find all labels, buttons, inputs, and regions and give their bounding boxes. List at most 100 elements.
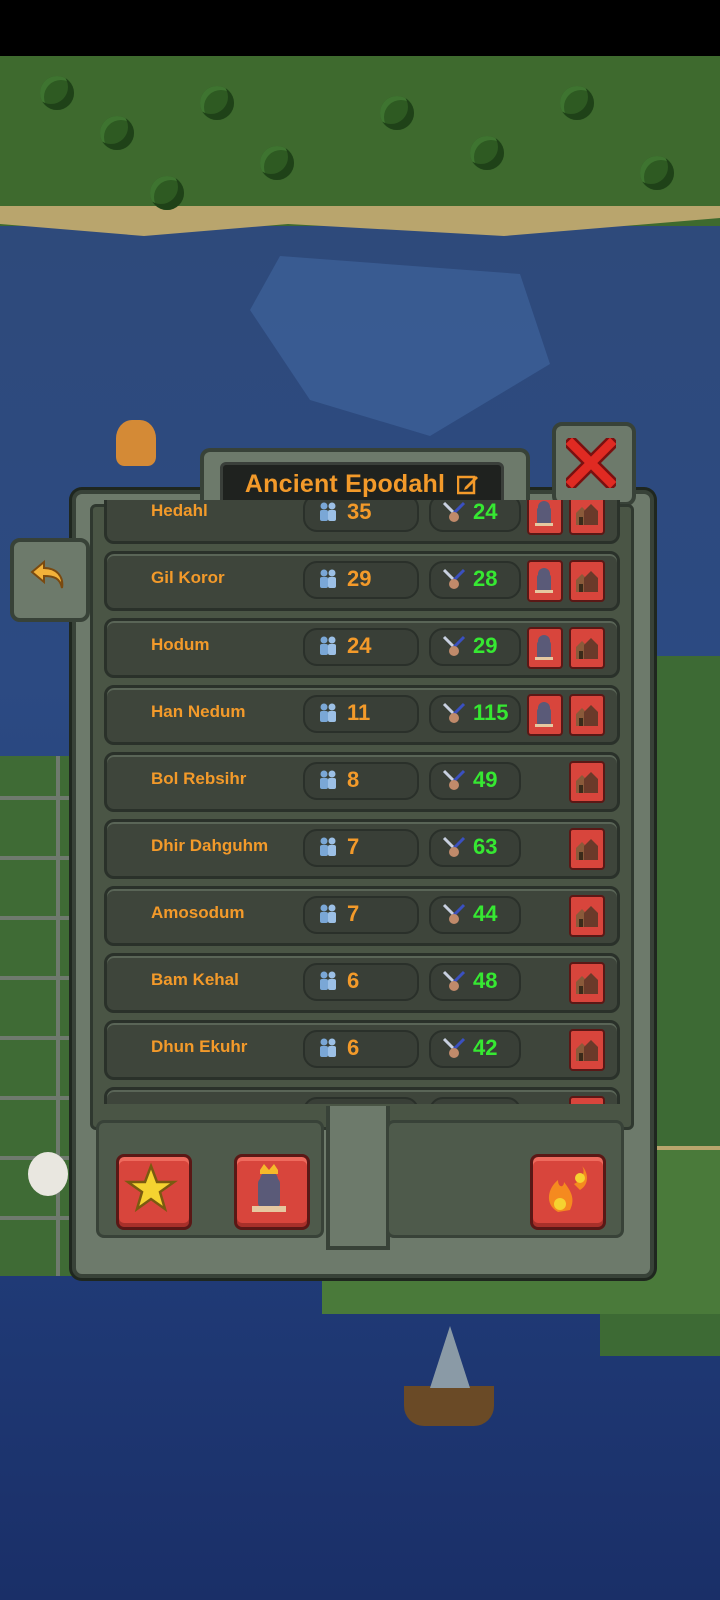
cat-creature[interactable] [116,420,156,466]
population-value: 24 [347,633,372,658]
city-icon [576,839,598,860]
population-pill: 7 [303,896,419,934]
city-icon [576,705,598,726]
people-icon [320,1038,336,1057]
bottom-divider [326,1106,390,1250]
king-button[interactable] [527,560,563,602]
city-button[interactable] [569,962,605,1004]
people-icon [320,971,336,990]
population-pill: 7 [303,829,419,867]
city-name[interactable]: Dhir Dahguhm [151,836,268,856]
ship[interactable] [404,1386,494,1426]
population-pill: 6 [303,1030,419,1068]
army-icon [442,568,466,589]
favorite-button[interactable] [116,1154,192,1230]
population-value: 7 [347,834,360,859]
city-icon [576,571,598,592]
kingdom-button[interactable] [234,1154,310,1230]
population-pill: 11 [303,695,419,733]
city-name[interactable]: Hedahl [151,501,208,521]
people-icon [320,502,336,521]
city-name[interactable]: Bam Kehal [151,970,239,990]
army-value: 44 [473,901,498,926]
population-value: 29 [347,566,372,591]
city-button[interactable] [569,627,605,669]
army-icon [442,903,466,924]
king-button[interactable] [527,694,563,736]
army-pill: 115 [429,695,521,733]
population-value: 35 [347,499,372,524]
army-value: 115 [473,700,509,725]
city-row[interactable]: Hodum 24 29 [104,618,620,678]
population-pill: 24 [303,628,419,666]
army-icon [442,635,466,656]
army-pill: 44 [429,896,521,934]
army-value: 48 [473,968,498,993]
city-row[interactable]: Bol Rebsihr 8 49 [104,752,620,812]
city-button[interactable] [569,761,605,803]
city-button[interactable] [569,694,605,736]
people-icon [320,569,336,588]
population-value: 8 [347,767,360,792]
city-button[interactable] [569,560,605,602]
city-icon [576,906,598,927]
city-icon [576,504,598,525]
edit-pencil-icon[interactable] [456,473,479,495]
city-row[interactable]: Bam Kehal 6 48 [104,953,620,1013]
city-name[interactable]: Dhun Ekuhr [151,1037,247,1057]
city-name[interactable]: Han Nedum [151,702,245,722]
people-icon [320,837,336,856]
culture-button[interactable] [530,1154,606,1230]
light-water [250,256,550,436]
army-icon [442,1037,466,1058]
army-pill: 49 [429,762,521,800]
title-box[interactable]: Ancient Epodahl [220,462,504,506]
population-pill: 6 [303,963,419,1001]
city-row[interactable]: Dhir Dahguhm 7 63 [104,819,620,879]
king-icon [535,501,553,526]
city-row[interactable]: Dhun Ekuhr 6 42 [104,1020,620,1080]
city-name[interactable]: Gil Koror [151,568,225,588]
tree [560,86,594,120]
city-button[interactable] [569,1029,605,1071]
ship-sail [430,1326,470,1388]
city-name[interactable]: Bol Rebsihr [151,769,246,789]
population-pill: 8 [303,762,419,800]
population-value: 6 [347,968,360,993]
tree [150,176,184,210]
city-row[interactable]: Amosodum 7 44 [104,886,620,946]
army-icon [442,970,466,991]
army-pill: 63 [429,829,521,867]
army-pill: 29 [429,628,521,666]
people-icon [320,904,336,923]
army-pill: 48 [429,963,521,1001]
sheep-creature[interactable] [28,1152,68,1196]
army-icon [442,836,466,857]
army-icon [442,769,466,790]
tree [100,116,134,150]
tree [200,86,234,120]
city-name[interactable]: Amosodum [151,903,245,923]
king-icon [535,702,553,727]
tree [40,76,74,110]
king-button[interactable] [527,627,563,669]
army-pill: 42 [429,1030,521,1068]
army-value: 42 [473,1035,498,1060]
population-value: 6 [347,1035,360,1060]
city-row[interactable]: Han Nedum 11 115 [104,685,620,745]
status-bar [0,0,720,56]
kingdom-title: Ancient Epodahl [244,469,446,498]
city-row[interactable]: Gil Koror 29 28 [104,551,620,611]
people-icon [320,703,336,722]
tree [380,96,414,130]
city-icon [576,1040,598,1061]
army-icon [442,702,466,723]
city-button[interactable] [569,895,605,937]
city-button[interactable] [569,828,605,870]
king-icon [535,635,553,660]
population-pill: 29 [303,561,419,599]
city-name[interactable]: Hodum [151,635,210,655]
city-icon [576,973,598,994]
close-x-icon[interactable] [562,434,620,492]
population-value: 7 [347,901,360,926]
